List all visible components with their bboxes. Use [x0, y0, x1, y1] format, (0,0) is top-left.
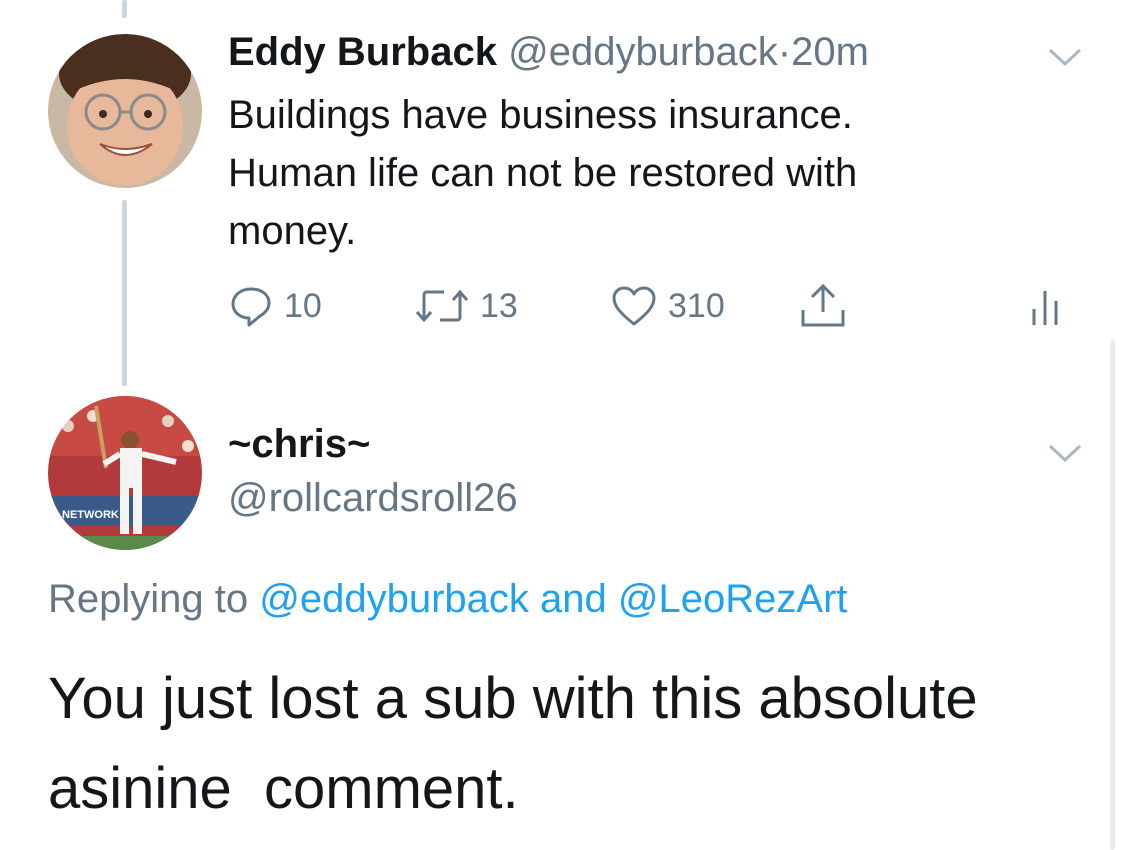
mention-link[interactable]: @LeoRezArt	[618, 577, 848, 621]
tweet-header: Eddy Burback @eddyburback·20m	[228, 28, 869, 76]
separator-dot: ·	[777, 30, 792, 74]
tweet-text-line: Buildings have business insurance.	[228, 93, 853, 137]
reply-text-line: asinine comment.	[48, 756, 519, 821]
timestamp[interactable]: 20m	[791, 30, 869, 74]
scrollbar[interactable]	[1110, 340, 1115, 850]
retweet-count: 13	[480, 286, 518, 325]
avatar-caption: NETWORK	[62, 509, 119, 521]
thread-line-top	[122, 0, 127, 18]
author-handle[interactable]: @eddyburback	[508, 30, 778, 74]
like-button[interactable]: 310	[610, 282, 725, 330]
reply-author-name[interactable]: ~chris~	[228, 420, 370, 468]
retweet-icon	[415, 289, 469, 323]
analytics-icon	[1032, 291, 1058, 325]
avatar-chris[interactable]: NETWORK	[48, 396, 202, 550]
reply-count: 10	[284, 286, 322, 325]
speech-bubble-icon	[231, 287, 271, 327]
reply-text-line: You just lost a sub with this absolute	[48, 666, 978, 731]
retweet-button[interactable]: 13	[414, 282, 518, 330]
chevron-down-icon[interactable]	[1046, 440, 1084, 466]
replying-to: Replying to @eddyburback and @LeoRezArt	[48, 575, 848, 623]
tweet-text: Buildings have business insurance. Human…	[228, 86, 988, 260]
reply-text: You just lost a sub with this absolute a…	[48, 654, 1088, 834]
replying-joiner[interactable]: and	[540, 577, 607, 621]
chevron-down-icon[interactable]	[1046, 44, 1084, 70]
replying-prefix: Replying to	[48, 577, 249, 621]
reply-author-handle[interactable]: @rollcardsroll26	[228, 474, 518, 522]
reply-button[interactable]: 10	[228, 282, 322, 330]
tweet-text-line: money.	[228, 209, 357, 253]
thread-line	[122, 200, 127, 386]
mention-link[interactable]: @eddyburback	[259, 577, 529, 621]
analytics-button[interactable]	[1028, 282, 1062, 330]
tweet-text-line: Human life can not be restored with	[228, 151, 858, 195]
author-name[interactable]: Eddy Burback	[228, 30, 497, 74]
avatar-eddy[interactable]	[48, 34, 202, 188]
share-button[interactable]	[798, 282, 848, 330]
tweet-actions: 10 13 310	[228, 282, 1078, 330]
heart-icon	[612, 286, 656, 326]
share-icon	[801, 283, 845, 327]
like-count: 310	[668, 286, 725, 325]
